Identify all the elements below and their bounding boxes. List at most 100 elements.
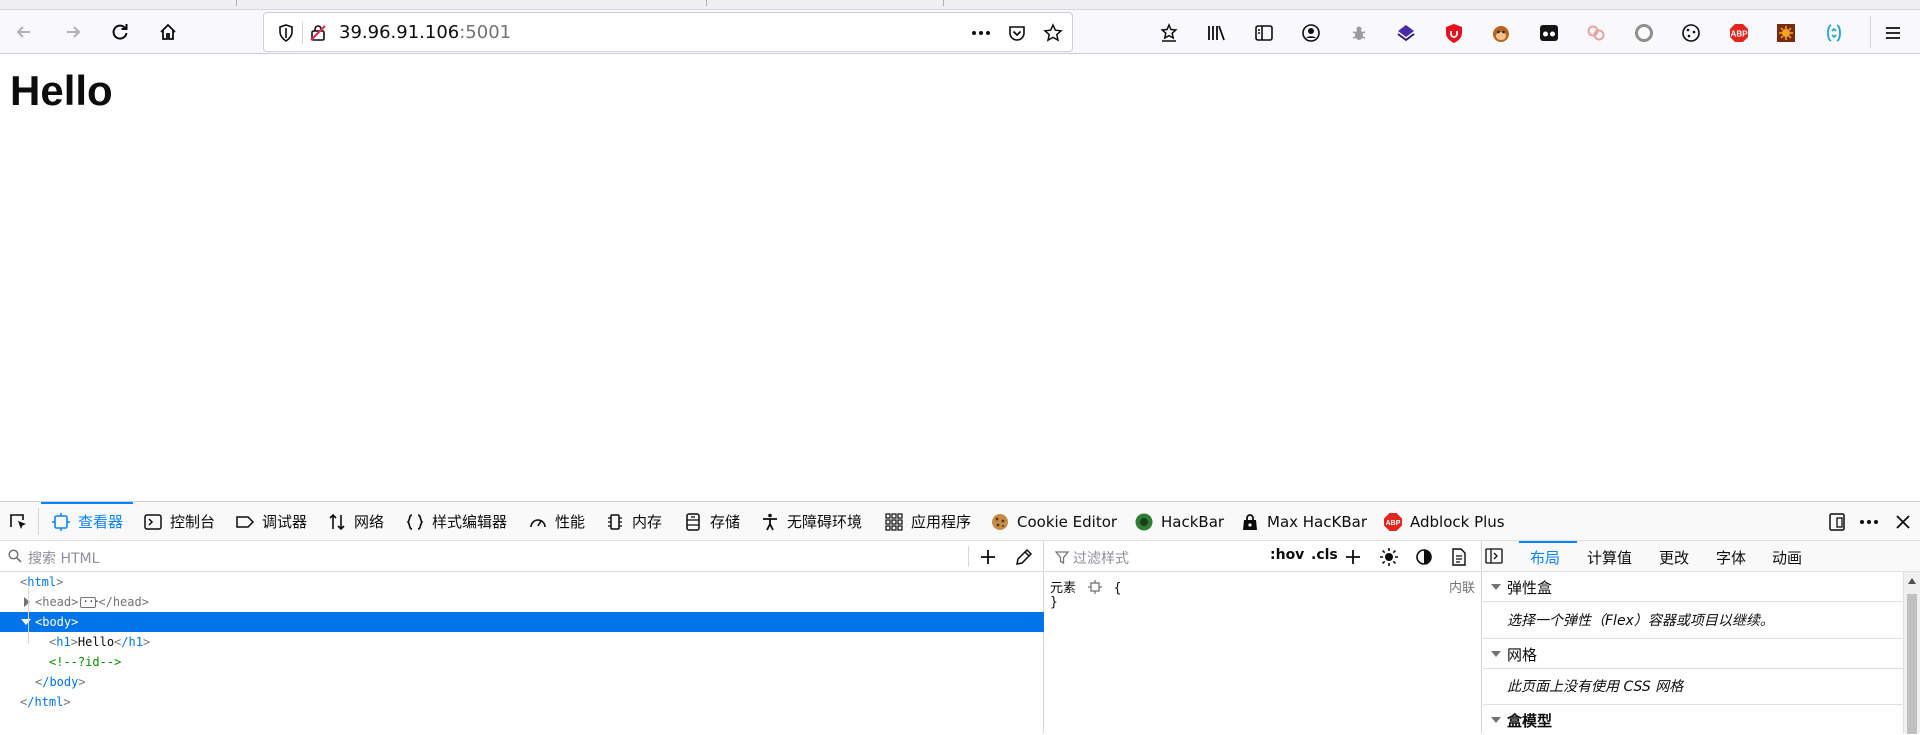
tab-max-hackbar[interactable]: Max HacKBar: [1240, 502, 1367, 541]
tab-console[interactable]: 控制台: [143, 502, 215, 541]
bug-extension-button[interactable]: [1348, 22, 1370, 44]
tab-storage[interactable]: 存储: [683, 502, 740, 541]
tab-layout[interactable]: 布局: [1530, 547, 1560, 568]
boxmodel-section-header[interactable]: 盒模型: [1483, 705, 1903, 735]
bookmarks-menu-button[interactable]: [1158, 22, 1180, 44]
performance-icon: [530, 518, 546, 527]
element-picker-button[interactable]: [8, 502, 34, 541]
tab-style-editor[interactable]: 样式编辑器: [405, 502, 507, 541]
node-body[interactable]: <body>: [0, 612, 1044, 632]
dock-options-button[interactable]: [1826, 511, 1848, 533]
tab-changes[interactable]: 更改: [1659, 547, 1689, 568]
tab-inspector[interactable]: 查看器: [41, 502, 133, 541]
app-menu-button[interactable]: [1882, 22, 1904, 44]
more-options-icon: [1860, 520, 1878, 524]
contrast-icon: [1416, 549, 1432, 565]
tab-separator: [38, 508, 39, 535]
url-text[interactable]: 39.96.91.106:5001: [339, 22, 511, 44]
swap-extension-button[interactable]: [1823, 22, 1845, 44]
url-bar[interactable]: 39.96.91.106:5001: [263, 12, 1073, 52]
tab-computed[interactable]: 计算值: [1587, 547, 1632, 568]
node-body-tag: body: [42, 615, 72, 629]
node-body-close[interactable]: </body>: [0, 672, 1044, 692]
tab-hackbar-label: HackBar: [1161, 512, 1225, 531]
rules-filter-input[interactable]: 过滤样式: [1073, 548, 1129, 568]
tab-adblock-plus[interactable]: ABP Adblock Plus: [1383, 502, 1505, 541]
tab-hackbar[interactable]: HackBar: [1134, 502, 1224, 541]
toggle-sidebar-button[interactable]: [1485, 548, 1503, 568]
dark-reader-extension-button[interactable]: [1538, 22, 1560, 44]
insecure-lock-icon[interactable]: [308, 23, 328, 43]
tab-accessibility[interactable]: 无障碍环境: [760, 502, 862, 541]
element-rule-selector[interactable]: 元素 {: [1050, 577, 1122, 596]
dark-scheme-toggle[interactable]: [1414, 547, 1434, 567]
devtools-panel: 查看器 控制台 调试器 网络 样式编辑器 性能 内存 存储 无障碍环境 应用程序…: [0, 501, 1920, 735]
tab-style-editor-label: 样式编辑器: [432, 513, 508, 531]
eyedropper-button[interactable]: [1014, 547, 1034, 567]
forward-button[interactable]: [57, 16, 89, 48]
tab-network[interactable]: 网络: [327, 502, 384, 541]
tab-animations[interactable]: 动画: [1772, 547, 1802, 568]
markup-search-input[interactable]: 搜索 HTML: [28, 548, 99, 568]
print-simulation-toggle[interactable]: [1449, 547, 1469, 567]
sun-extension-button[interactable]: [1775, 22, 1797, 44]
bookmarks-menu-icon: [1160, 23, 1178, 42]
home-button[interactable]: [152, 16, 184, 48]
more-actions-icon: [972, 31, 990, 35]
tab-debugger[interactable]: 调试器: [235, 502, 307, 541]
pocket-button[interactable]: [1006, 23, 1028, 43]
cookie-extension-button[interactable]: [1680, 22, 1702, 44]
console-icon: [144, 513, 162, 530]
node-html-close[interactable]: </html>: [0, 692, 1044, 712]
ublock-extension-button[interactable]: [1443, 22, 1465, 44]
link-extension-button[interactable]: [1585, 22, 1607, 44]
flexbox-section-header[interactable]: 弹性盒: [1483, 572, 1903, 602]
layers-icon: [1397, 25, 1415, 42]
layout-scrollbar[interactable]: [1903, 572, 1920, 734]
tab-application[interactable]: 应用程序: [884, 502, 971, 541]
devtools-menu-button[interactable]: [1858, 511, 1880, 533]
tab-cookie-editor[interactable]: Cookie Editor: [990, 502, 1117, 541]
node-h1-tag: h1: [56, 635, 71, 649]
flexbox-section-label: 弹性盒: [1507, 579, 1553, 597]
add-node-button[interactable]: [978, 547, 998, 567]
collapsed-ellipsis-icon[interactable]: [80, 592, 99, 612]
style-editor-icon: [406, 513, 424, 530]
tracking-shield-icon[interactable]: [276, 23, 296, 43]
back-button[interactable]: [8, 16, 40, 48]
tab-memory[interactable]: 内存: [605, 502, 662, 541]
light-scheme-toggle[interactable]: [1379, 547, 1399, 567]
tab-performance[interactable]: 性能: [528, 502, 585, 541]
close-devtools-button[interactable]: [1892, 511, 1914, 533]
node-comment[interactable]: <!--?id-->: [0, 652, 1044, 672]
arrow-right-icon: [67, 26, 81, 38]
node-head[interactable]: <head></head>: [0, 592, 1044, 612]
page-heading: Hello: [10, 67, 113, 114]
active-tab-indicator: [1519, 541, 1577, 543]
scrollbar-thumb[interactable]: [1907, 594, 1917, 734]
more-actions-button[interactable]: [970, 23, 992, 43]
account-button[interactable]: [1300, 22, 1322, 44]
expand-toggle[interactable]: [24, 597, 30, 607]
bookmark-star-button[interactable]: [1042, 23, 1064, 43]
node-highlight-icon[interactable]: [1087, 580, 1102, 594]
memory-icon: [608, 513, 622, 530]
add-rule-button[interactable]: [1343, 547, 1363, 567]
node-html[interactable]: <html>: [0, 572, 1044, 592]
grid-section-header[interactable]: 网格: [1483, 639, 1903, 669]
abp-extension-button[interactable]: ABP: [1728, 22, 1750, 44]
tampermonkey-extension-button[interactable]: [1490, 22, 1512, 44]
scroll-up-icon[interactable]: [1908, 578, 1916, 584]
abp-icon-text: ABP: [1731, 30, 1749, 39]
tab-fonts[interactable]: 字体: [1716, 547, 1746, 568]
node-h1[interactable]: <h1>Hello</h1>: [0, 632, 1044, 652]
circle-extension-button[interactable]: [1633, 22, 1655, 44]
reload-button[interactable]: [104, 16, 136, 48]
cls-toggle[interactable]: .cls: [1311, 547, 1338, 563]
sidebar-button[interactable]: [1253, 22, 1275, 44]
library-button[interactable]: [1205, 22, 1227, 44]
tab-network-label: 网络: [354, 513, 385, 531]
hov-toggle[interactable]: :hov: [1270, 547, 1304, 563]
collapse-toggle[interactable]: [21, 619, 31, 625]
layers-extension-button[interactable]: [1395, 22, 1417, 44]
